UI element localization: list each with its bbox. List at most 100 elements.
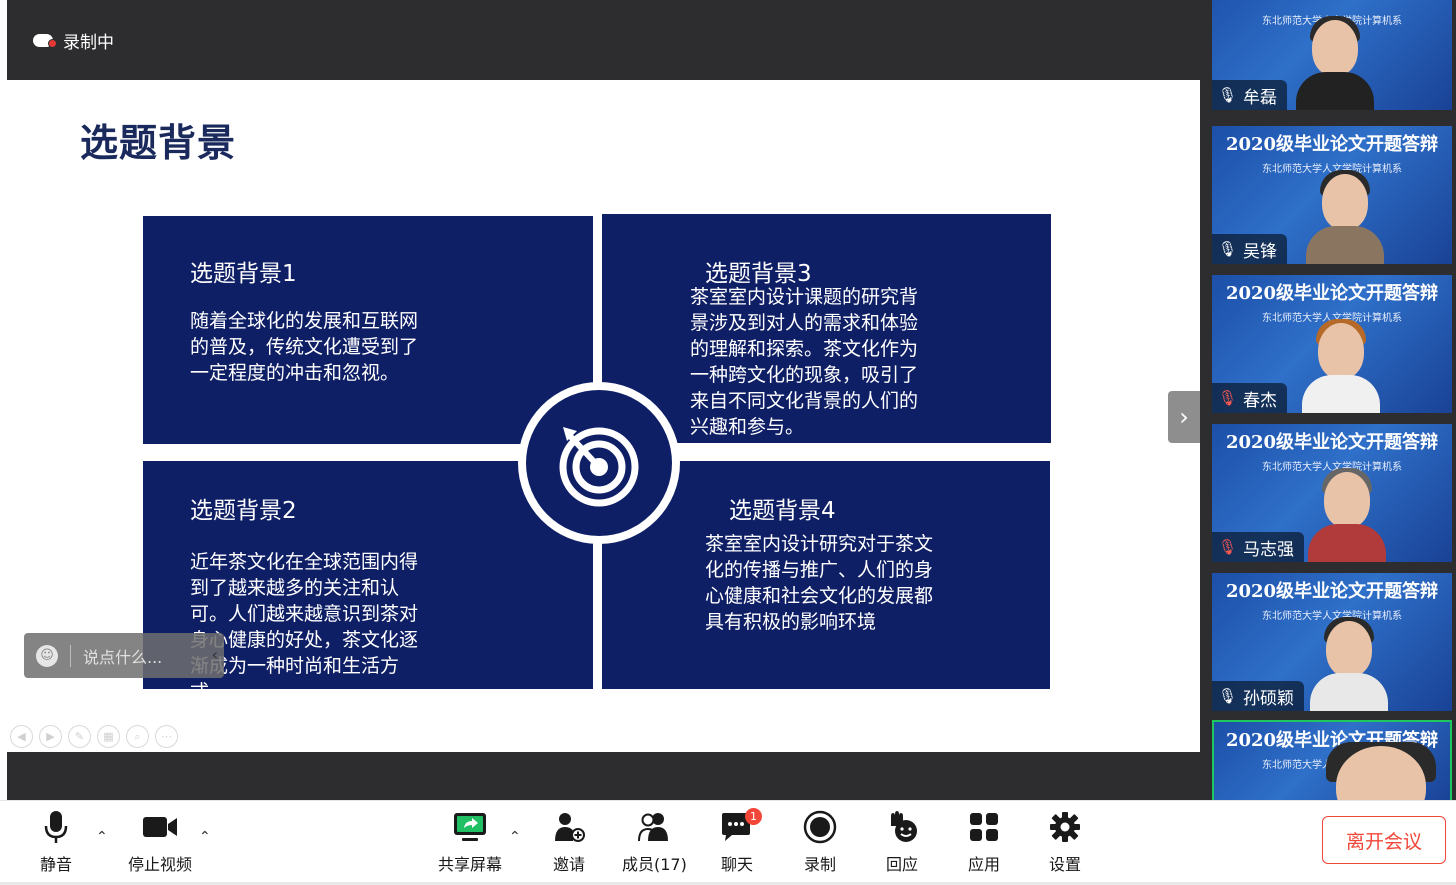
- mute-button[interactable]: 静音: [40, 809, 72, 875]
- apps-button[interactable]: 应用: [968, 809, 1000, 875]
- video-gallery: 东北师范大学人文学院计算机系 🎙 牟磊 2020级毕业论文开题答辩 东北师范大学…: [1200, 0, 1456, 804]
- meeting-window: 录制中 选题背景 选题背景1 随着全球化的发展和互联网 的普及，传统文化遭受到了…: [0, 0, 1456, 885]
- mic-icon: 🎙: [1218, 687, 1238, 705]
- video-tile[interactable]: 2020级毕业论文开题答辩 东北师范大学人文学院计算机系 🎙 吴锋: [1212, 126, 1452, 264]
- mic-muted-icon: 🎙: [1218, 389, 1238, 407]
- members-icon: [636, 809, 672, 845]
- panel-body: 随着全球化的发展和互联网 的普及，传统文化遭受到了 一定程度的冲击和忽视。: [190, 310, 419, 384]
- settings-button[interactable]: 设置: [1049, 809, 1081, 875]
- comment-input[interactable]: ☺ 说点什么... ‹: [24, 633, 224, 678]
- video-tile[interactable]: 2020级毕业论文开题答辩 东北师范大学人文学院计算机系 🎙 马志强: [1212, 424, 1452, 562]
- video-tile[interactable]: 2020级毕业论文开题答辩 东北师范大学人文学院计算机系 🎙 春杰: [1212, 275, 1452, 413]
- recording-indicator-bar: 录制中: [7, 0, 1200, 80]
- divider: [70, 644, 71, 667]
- participant-namebar: 🎙 马志强: [1212, 532, 1305, 562]
- record-button[interactable]: 录制: [803, 809, 837, 875]
- mic-muted-icon: 🎙: [1218, 538, 1238, 556]
- background-panel-1: 选题背景1 随着全球化的发展和互联网 的普及，传统文化遭受到了 一定程度的冲击和…: [143, 216, 593, 444]
- next-slide-icon[interactable]: ▶: [39, 725, 62, 748]
- panel-heading: 选题背景1: [190, 261, 297, 287]
- target-emblem: [518, 382, 680, 544]
- recording-status-label: 录制中: [63, 32, 114, 53]
- hand-emoji-icon: [885, 809, 919, 845]
- presentation-slide: 选题背景 选题背景1 随着全球化的发展和互联网 的普及，传统文化遭受到了 一定程…: [7, 80, 1200, 752]
- participant-video: [1306, 742, 1446, 802]
- members-button[interactable]: 成员(17): [622, 809, 687, 875]
- panel-heading: 选题背景3: [705, 261, 812, 287]
- slide-controls: ◀ ▶ ✎ ▦ ⌕ ⋯: [10, 725, 178, 748]
- video-tile[interactable]: 2020级毕业论文开题答辩 东北师范大学人文学院计算机系 🎙 孙硕颖: [1212, 573, 1452, 711]
- record-icon: [803, 809, 837, 845]
- microphone-icon: [43, 809, 69, 845]
- collapse-comment-icon[interactable]: ‹: [212, 645, 218, 664]
- meeting-toolbar: 静音 ⌃ 停止视频 ⌃ 共享屏幕 ⌃ 邀请 成员(17) 聊天 录制 回应 应用…: [0, 800, 1456, 885]
- mute-label: 静音: [40, 855, 73, 874]
- invite-button[interactable]: 邀请: [553, 809, 585, 875]
- video-options-chevron-icon[interactable]: ⌃: [199, 829, 211, 845]
- share-screen-label: 共享屏幕: [438, 855, 503, 874]
- mic-icon: 🎙: [1218, 86, 1238, 104]
- apps-label: 应用: [968, 855, 1001, 874]
- apps-grid-icon: [969, 809, 999, 845]
- panel-heading: 选题背景2: [190, 498, 297, 524]
- react-label: 回应: [885, 855, 918, 874]
- chevron-right-icon: ›: [1179, 403, 1189, 431]
- tile-banner: 2020级毕业论文开题答辩: [1225, 581, 1439, 602]
- collapse-gallery-button[interactable]: ›: [1168, 391, 1200, 443]
- add-user-icon: [553, 809, 585, 845]
- leave-meeting-button[interactable]: 离开会议: [1322, 816, 1446, 864]
- emoji-icon[interactable]: ☺: [36, 644, 58, 667]
- pen-icon[interactable]: ✎: [68, 725, 91, 748]
- stop-video-label: 停止视频: [128, 855, 193, 874]
- chat-unread-badge: 1: [745, 808, 762, 825]
- settings-label: 设置: [1049, 855, 1082, 874]
- cloud-record-icon: [33, 32, 57, 48]
- participant-name: 牟磊: [1243, 87, 1278, 108]
- panel-heading: 选题背景4: [729, 498, 836, 524]
- background-panel-3: 选题背景3 茶室室内设计课题的研究背 景涉及到对人的需求和体验 的理解和探索。茶…: [602, 214, 1051, 443]
- prev-slide-icon[interactable]: ◀: [10, 725, 33, 748]
- participant-namebar: 🎙 牟磊: [1212, 80, 1288, 110]
- participant-video: [1306, 170, 1384, 264]
- audio-options-chevron-icon[interactable]: ⌃: [96, 829, 108, 845]
- participant-namebar: 🎙 吴锋: [1212, 234, 1288, 264]
- react-button[interactable]: 回应: [885, 809, 919, 875]
- participant-video: [1302, 319, 1380, 413]
- target-icon: [526, 390, 672, 536]
- slides-overview-icon[interactable]: ▦: [97, 725, 120, 748]
- members-label: 成员(17): [622, 855, 687, 874]
- mic-icon: 🎙: [1218, 240, 1238, 258]
- stop-video-button[interactable]: 停止视频: [128, 809, 192, 875]
- participant-namebar: 🎙 春杰: [1212, 383, 1288, 413]
- tile-banner: 2020级毕业论文开题答辩: [1225, 283, 1439, 304]
- video-tile-active-speaker[interactable]: 2020级毕业论文开题答辩 东北师范大学人文学院计算机系: [1212, 720, 1452, 804]
- more-icon[interactable]: ⋯: [155, 725, 178, 748]
- comment-placeholder: 说点什么...: [83, 647, 163, 667]
- participant-video: [1308, 468, 1386, 562]
- tile-banner: 2020级毕业论文开题答辩: [1225, 134, 1439, 155]
- share-screen-icon: [453, 809, 487, 845]
- participant-name: 孙硕颖: [1243, 688, 1295, 709]
- participant-name: 春杰: [1243, 390, 1278, 411]
- slide-title: 选题背景: [80, 121, 237, 165]
- share-options-chevron-icon[interactable]: ⌃: [509, 829, 521, 845]
- participant-video: [1310, 617, 1388, 711]
- zoom-icon[interactable]: ⌕: [126, 725, 149, 748]
- video-tile[interactable]: 东北师范大学人文学院计算机系 🎙 牟磊: [1212, 0, 1452, 110]
- share-screen-button[interactable]: 共享屏幕: [438, 809, 502, 875]
- invite-label: 邀请: [553, 855, 586, 874]
- chat-label: 聊天: [720, 855, 753, 874]
- panel-body: 茶室室内设计研究对于茶文 化的传播与推广、人们的身 心健康和社会文化的发展都 具…: [705, 533, 934, 633]
- panel-body: 近年茶文化在全球范围内得 到了越来越多的关注和认 可。人们越来越意识到茶对 身心…: [190, 551, 419, 703]
- participant-video: [1296, 16, 1374, 110]
- participant-name: 吴锋: [1243, 241, 1278, 262]
- participant-namebar: 🎙 孙硕颖: [1212, 681, 1305, 711]
- participant-name: 马志强: [1243, 539, 1295, 560]
- video-camera-icon: [142, 809, 178, 845]
- gear-icon: [1049, 809, 1081, 845]
- shared-screen-area: 录制中 选题背景 选题背景1 随着全球化的发展和互联网 的普及，传统文化遭受到了…: [7, 0, 1200, 800]
- tile-subtitle: 东北师范大学人文学院计算机系: [1262, 611, 1402, 622]
- record-label: 录制: [803, 855, 836, 874]
- panel-body: 茶室室内设计课题的研究背 景涉及到对人的需求和体验 的理解和探索。茶文化作为 一…: [690, 286, 919, 438]
- tile-banner: 2020级毕业论文开题答辩: [1225, 432, 1439, 453]
